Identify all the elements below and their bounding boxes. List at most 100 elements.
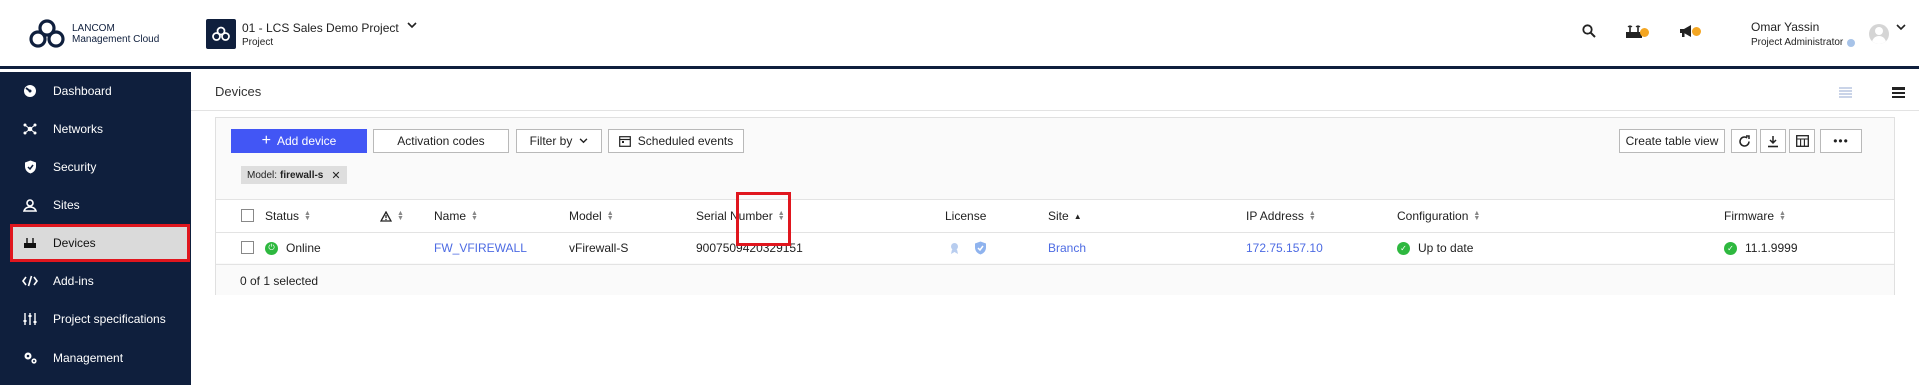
top-bar: LANCOM Management Cloud 01 - LCS Sales D…	[0, 0, 1919, 69]
sidebar-item-label: Networks	[53, 122, 104, 136]
sidebar-item-networks[interactable]: Networks	[10, 110, 190, 148]
sidebar-item-devices[interactable]: Devices	[10, 224, 190, 262]
sidebar-item-label: Add-ins	[53, 274, 94, 288]
announcements-button[interactable]	[1679, 24, 1701, 38]
table-row[interactable]: ⏻ Online FW_VFIREWALL vFirewall-S 900750…	[216, 232, 1894, 263]
column-configuration[interactable]: Configuration ▲ ▼	[1397, 200, 1480, 232]
column-status[interactable]: Status ▲ ▼	[265, 200, 311, 232]
main-content: Devices + Add device Activation codes Fi…	[191, 72, 1919, 385]
column-alerts[interactable]: ▲ ▼	[380, 200, 404, 232]
more-icon: •••	[1833, 134, 1849, 148]
sort-icon: ▲ ▼	[1779, 210, 1786, 222]
sort-icon: ▲ ▼	[1473, 210, 1481, 222]
notification-badge	[1640, 27, 1649, 37]
license-column-highlight	[736, 192, 791, 246]
refresh-button[interactable]	[1731, 129, 1757, 153]
download-button[interactable]	[1760, 129, 1786, 153]
activation-codes-button[interactable]: Activation codes	[373, 129, 509, 153]
column-label: License	[945, 209, 987, 223]
create-table-view-label: Create table view	[1625, 134, 1719, 148]
avatar[interactable]	[1869, 24, 1889, 44]
sidebar-item-add-ins[interactable]: Add-ins	[10, 262, 190, 300]
scheduled-events-button[interactable]: Scheduled events	[608, 129, 744, 153]
sidebar-item-label: Security	[53, 160, 97, 174]
table-columns-icon	[1795, 135, 1809, 147]
sidebar-item-label: Management	[53, 351, 124, 365]
device-alerts-button[interactable]	[1625, 24, 1649, 40]
selection-count: 0 of 1 selected	[240, 274, 319, 288]
chevron-down-icon[interactable]	[1896, 22, 1906, 34]
column-model[interactable]: Model ▲ ▼	[569, 200, 614, 232]
sidebar-item-dashboard[interactable]: Dashboard	[10, 72, 190, 110]
project-subtitle: Project	[242, 36, 274, 48]
security-license-shield-icon[interactable]	[974, 241, 987, 255]
sort-ascending-icon: ▲	[1073, 211, 1082, 221]
lancom-cloud-icon	[29, 19, 65, 48]
user-name: Omar Yassin	[1751, 20, 1820, 34]
column-ip-address[interactable]: IP Address ▲ ▼	[1246, 200, 1316, 232]
devices-panel: + Add device Activation codes Filter by …	[215, 117, 1895, 295]
refresh-icon	[1738, 134, 1750, 147]
user-menu[interactable]: Omar Yassin Project Administrator	[1751, 20, 1856, 48]
add-device-button[interactable]: + Add device	[231, 129, 367, 153]
project-selector[interactable]: 01 - LCS Sales Demo Project Project	[206, 19, 417, 49]
model-cell: vFirewall-S	[569, 241, 629, 255]
column-label: Model	[569, 209, 602, 223]
close-icon[interactable]: ✕	[331, 169, 340, 182]
check-icon: ✓	[1397, 241, 1410, 255]
sort-icon: ▲ ▼	[471, 210, 478, 222]
dashboard-icon	[20, 84, 40, 98]
table-footer: 0 of 1 selected	[216, 264, 1894, 295]
column-name[interactable]: Name ▲ ▼	[434, 200, 478, 232]
shield-icon	[20, 160, 40, 174]
activation-codes-label: Activation codes	[397, 134, 485, 148]
more-options-button[interactable]: •••	[1820, 129, 1862, 153]
networks-icon	[20, 122, 40, 136]
column-label: IP Address	[1246, 209, 1304, 223]
filter-by-button[interactable]: Filter by	[516, 129, 602, 153]
status-cell: ⏻ Online	[265, 233, 321, 263]
create-table-view-button[interactable]: Create table view	[1619, 129, 1725, 153]
firmware-cell: ✓ 11.1.9999	[1724, 233, 1798, 263]
sidebar-item-project-specifications[interactable]: Project specifications	[10, 300, 190, 338]
compact-view-icon[interactable]	[1892, 86, 1905, 101]
sidebar-item-security[interactable]: Security	[10, 148, 190, 186]
notification-badge	[1692, 26, 1701, 36]
firmware-text: 11.1.9999	[1745, 241, 1798, 255]
info-icon[interactable]	[1847, 38, 1856, 47]
sidebar-item-management[interactable]: Management	[10, 339, 190, 377]
add-device-label: Add device	[276, 134, 337, 148]
column-label: Firmware	[1724, 209, 1774, 223]
router-icon	[20, 236, 40, 250]
list-view-icon[interactable]	[1839, 86, 1852, 101]
sliders-icon	[20, 312, 40, 326]
sidebar-item-label: Devices	[53, 236, 96, 250]
brand-line2: Management Cloud	[72, 34, 160, 45]
search-button[interactable]	[1582, 24, 1596, 38]
gears-icon	[20, 351, 40, 365]
column-license[interactable]: License	[945, 200, 986, 232]
sort-icon: ▲ ▼	[397, 210, 404, 222]
device-name-link[interactable]: FW_VFIREWALL	[434, 233, 527, 263]
site-link[interactable]: Branch	[1048, 233, 1086, 263]
brand-logo[interactable]: LANCOM Management Cloud	[28, 18, 159, 50]
table-header: Status ▲ ▼ ▲ ▼ Name ▲ ▼ Model ▲ ▼ Serial Number…	[216, 199, 1894, 232]
project-icon	[206, 19, 236, 49]
sidebar-item-label: Sites	[53, 198, 80, 212]
columns-button[interactable]	[1789, 129, 1815, 153]
user-role: Project Administrator	[1751, 37, 1844, 48]
scheduled-events-label: Scheduled events	[637, 134, 734, 148]
sidebar-item-sites[interactable]: Sites	[10, 186, 190, 224]
column-firmware[interactable]: Firmware ▲ ▼	[1724, 200, 1786, 232]
license-badge-icon[interactable]	[949, 242, 960, 255]
filter-chip-value: firewall-s	[280, 169, 324, 181]
column-label: Name	[434, 209, 467, 223]
column-site[interactable]: Site ▲	[1048, 200, 1082, 232]
filter-by-label: Filter by	[529, 134, 573, 148]
sidebar-item-label: Dashboard	[53, 84, 112, 98]
select-all-checkbox[interactable]	[241, 209, 254, 222]
plus-icon: +	[261, 132, 271, 149]
filter-chip: Model: firewall-s ✕	[241, 166, 347, 184]
ip-address-link[interactable]: 172.75.157.10	[1246, 233, 1323, 263]
row-checkbox[interactable]	[241, 241, 254, 254]
